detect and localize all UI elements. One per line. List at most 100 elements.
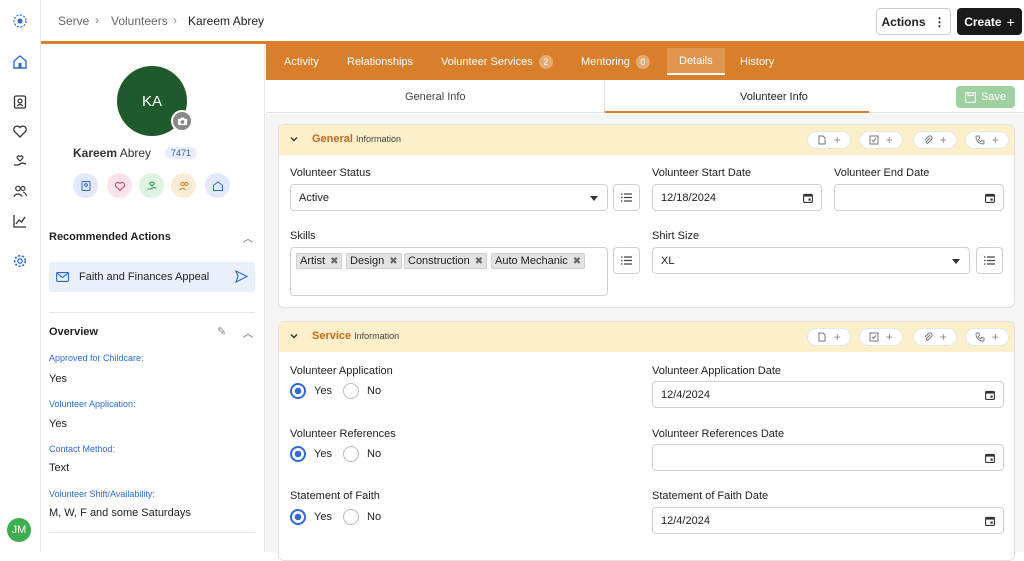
- chevron-up-icon[interactable]: ︿: [243, 325, 253, 340]
- phone-icon: [975, 135, 985, 145]
- add-attachment-button[interactable]: +: [913, 328, 957, 346]
- statement-of-faith-no-radio[interactable]: [343, 509, 359, 525]
- paperclip-icon: [924, 332, 933, 341]
- skills-label: Skills: [290, 230, 316, 242]
- add-task-button[interactable]: +: [859, 328, 903, 346]
- tab-details[interactable]: Details: [679, 55, 713, 67]
- home-icon[interactable]: [10, 52, 30, 72]
- calendar-icon[interactable]: [985, 453, 995, 463]
- remove-tag-icon[interactable]: ✖: [389, 256, 397, 267]
- radio-label: Yes: [314, 448, 332, 460]
- active-subtab-underline: [605, 111, 869, 113]
- people-icon[interactable]: [10, 181, 30, 201]
- remove-tag-icon[interactable]: ✖: [330, 256, 338, 267]
- list-options-button[interactable]: [613, 247, 640, 274]
- tab-history[interactable]: History: [740, 56, 774, 68]
- volunteer-start-date-label: Volunteer Start Date: [652, 167, 752, 179]
- skill-tag: Design ✖: [346, 253, 402, 269]
- edit-pencil-icon[interactable]: ✎: [217, 325, 226, 338]
- hand-heart-icon[interactable]: [10, 151, 30, 171]
- add-document-button[interactable]: +: [807, 328, 851, 346]
- section-header[interactable]: Service Information + + + +: [279, 322, 1014, 352]
- skill-tag-label: Design: [350, 255, 385, 267]
- create-button[interactable]: Create +: [957, 8, 1022, 35]
- breadcrumb-volunteers[interactable]: Volunteers: [111, 14, 168, 28]
- remove-tag-icon[interactable]: ✖: [475, 256, 483, 267]
- people-shortcut-button[interactable]: [171, 173, 196, 198]
- chevron-down-icon[interactable]: [289, 331, 299, 341]
- skill-tag: Construction ✖: [404, 253, 488, 269]
- home-shortcut-button[interactable]: [205, 173, 230, 198]
- volunteer-status-select[interactable]: Active: [290, 184, 608, 211]
- caret-down-icon: [952, 259, 960, 264]
- volunteer-application-yes-radio[interactable]: [290, 383, 306, 399]
- add-task-button[interactable]: +: [859, 131, 903, 149]
- volunteer-end-date-input[interactable]: [834, 184, 1004, 211]
- mail-icon: [56, 272, 69, 282]
- settings-gear-icon[interactable]: [10, 251, 30, 271]
- add-document-button[interactable]: +: [807, 131, 851, 149]
- list-options-button[interactable]: [613, 184, 640, 211]
- profile-last-name: Abrey: [119, 146, 152, 160]
- section-header[interactable]: General Information + + + +: [279, 125, 1014, 155]
- send-icon[interactable]: [235, 270, 248, 283]
- camera-icon[interactable]: [171, 110, 193, 132]
- calendar-icon[interactable]: [985, 516, 995, 526]
- paperclip-icon: [924, 135, 933, 144]
- add-attachment-button[interactable]: +: [913, 131, 957, 149]
- contact-card-shortcut-button[interactable]: [73, 173, 98, 198]
- chevron-down-icon[interactable]: [289, 134, 299, 144]
- remove-tag-icon[interactable]: ✖: [573, 256, 581, 267]
- calendar-icon[interactable]: [985, 390, 995, 400]
- tab-label: History: [740, 56, 775, 68]
- save-button[interactable]: Save: [956, 86, 1015, 108]
- plus-icon: +: [833, 133, 841, 147]
- overview-value: M, W, F and some Saturdays: [49, 507, 191, 519]
- plus-icon: +: [885, 133, 893, 147]
- tab-volunteer-services[interactable]: Volunteer Services 2: [441, 55, 553, 69]
- actions-button[interactable]: Actions ⋮: [876, 8, 951, 35]
- heart-shortcut-button[interactable]: [107, 173, 132, 198]
- subtab-general-info[interactable]: General Info: [405, 91, 466, 103]
- list-options-button[interactable]: [976, 247, 1003, 274]
- shirt-size-select[interactable]: XL: [652, 247, 970, 274]
- date-value: 12/4/2024: [661, 514, 710, 527]
- plus-icon: +: [1006, 13, 1015, 30]
- skill-tag-label: Auto Mechanic: [495, 255, 568, 267]
- calendar-icon[interactable]: [985, 193, 995, 203]
- heart-icon[interactable]: [10, 121, 30, 141]
- document-icon: [818, 332, 826, 342]
- chevron-up-icon[interactable]: ︿: [243, 230, 253, 245]
- subtab-volunteer-info[interactable]: Volunteer Info: [740, 91, 808, 103]
- volunteer-application-date-input[interactable]: 12/4/2024: [652, 381, 1004, 408]
- volunteer-application-no-radio[interactable]: [343, 383, 359, 399]
- volunteer-references-date-input[interactable]: [652, 444, 1004, 471]
- overview-label: Approved for Childcare:: [49, 353, 144, 363]
- plus-icon: +: [939, 330, 947, 344]
- breadcrumb-serve[interactable]: Serve: [58, 14, 89, 28]
- statement-of-faith-date-input[interactable]: 12/4/2024: [652, 507, 1004, 534]
- chart-icon[interactable]: [10, 211, 30, 231]
- recommended-action-item[interactable]: Faith and Finances Appeal: [49, 262, 255, 292]
- add-call-button[interactable]: +: [965, 328, 1009, 346]
- tab-mentoring[interactable]: Mentoring 0: [581, 55, 650, 69]
- volunteer-references-yes-radio[interactable]: [290, 446, 306, 462]
- tab-relationships[interactable]: Relationships: [347, 56, 413, 68]
- calendar-icon[interactable]: [803, 193, 813, 203]
- hand-heart-shortcut-button[interactable]: [139, 173, 164, 198]
- volunteer-start-date-input[interactable]: 12/18/2024: [652, 184, 822, 211]
- volunteer-status-label: Volunteer Status: [290, 167, 371, 179]
- tab-label: Volunteer Services: [441, 56, 533, 68]
- skill-tag-label: Artist: [300, 255, 326, 267]
- contact-card-icon[interactable]: [10, 92, 30, 112]
- tab-activity[interactable]: Activity: [284, 56, 319, 68]
- skills-multiselect[interactable]: Artist ✖ Design ✖ Construction ✖ Auto Mecha…: [290, 247, 608, 296]
- add-call-button[interactable]: +: [965, 131, 1009, 149]
- app-logo-icon[interactable]: [10, 11, 30, 31]
- user-avatar[interactable]: JM: [7, 518, 31, 542]
- breadcrumb-current: Kareem Abrey: [188, 14, 265, 28]
- volunteer-references-no-radio[interactable]: [343, 446, 359, 462]
- volunteer-application-date-label: Volunteer Application Date: [652, 365, 782, 377]
- tab-count-badge: 2: [538, 55, 553, 69]
- statement-of-faith-yes-radio[interactable]: [290, 509, 306, 525]
